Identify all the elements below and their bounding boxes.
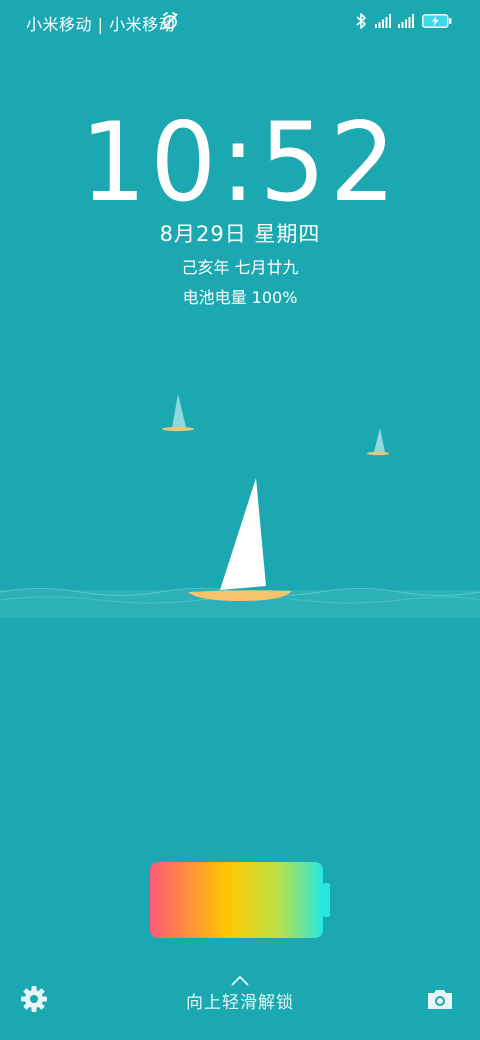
bluetooth-icon	[356, 13, 366, 29]
signal-icon	[398, 14, 414, 28]
small-sailboat-left	[162, 394, 194, 432]
sailboat-wallpaper	[0, 394, 480, 618]
battery-fill	[150, 862, 323, 938]
small-sailboat-right	[367, 428, 389, 456]
unlock-label: 向上轻滑解锁	[186, 993, 294, 1013]
bottom-bar: 向上轻滑解锁	[0, 975, 480, 1025]
signal-icon	[375, 14, 391, 28]
lunar-date: 己亥年 七月廿九	[181, 258, 299, 277]
lock-date: 8月29日 星期四	[159, 222, 321, 246]
lock-clock: 10:52	[80, 97, 400, 227]
carrier-label: 小米移动 | 小米移动	[26, 15, 176, 34]
chevron-up-icon	[231, 975, 249, 986]
charging-battery-graphic	[150, 862, 330, 938]
charging-battery-icon	[422, 14, 452, 28]
battery-tip	[323, 883, 330, 917]
battery-percentage-text: 电池电量 100%	[182, 288, 298, 307]
unlock-hint[interactable]: 向上轻滑解锁	[0, 975, 480, 1013]
alarm-off-icon	[162, 12, 178, 30]
camera-icon[interactable]	[426, 987, 454, 1011]
main-sailboat	[188, 478, 292, 601]
status-bar: 小米移动 | 小米移动	[0, 0, 480, 44]
